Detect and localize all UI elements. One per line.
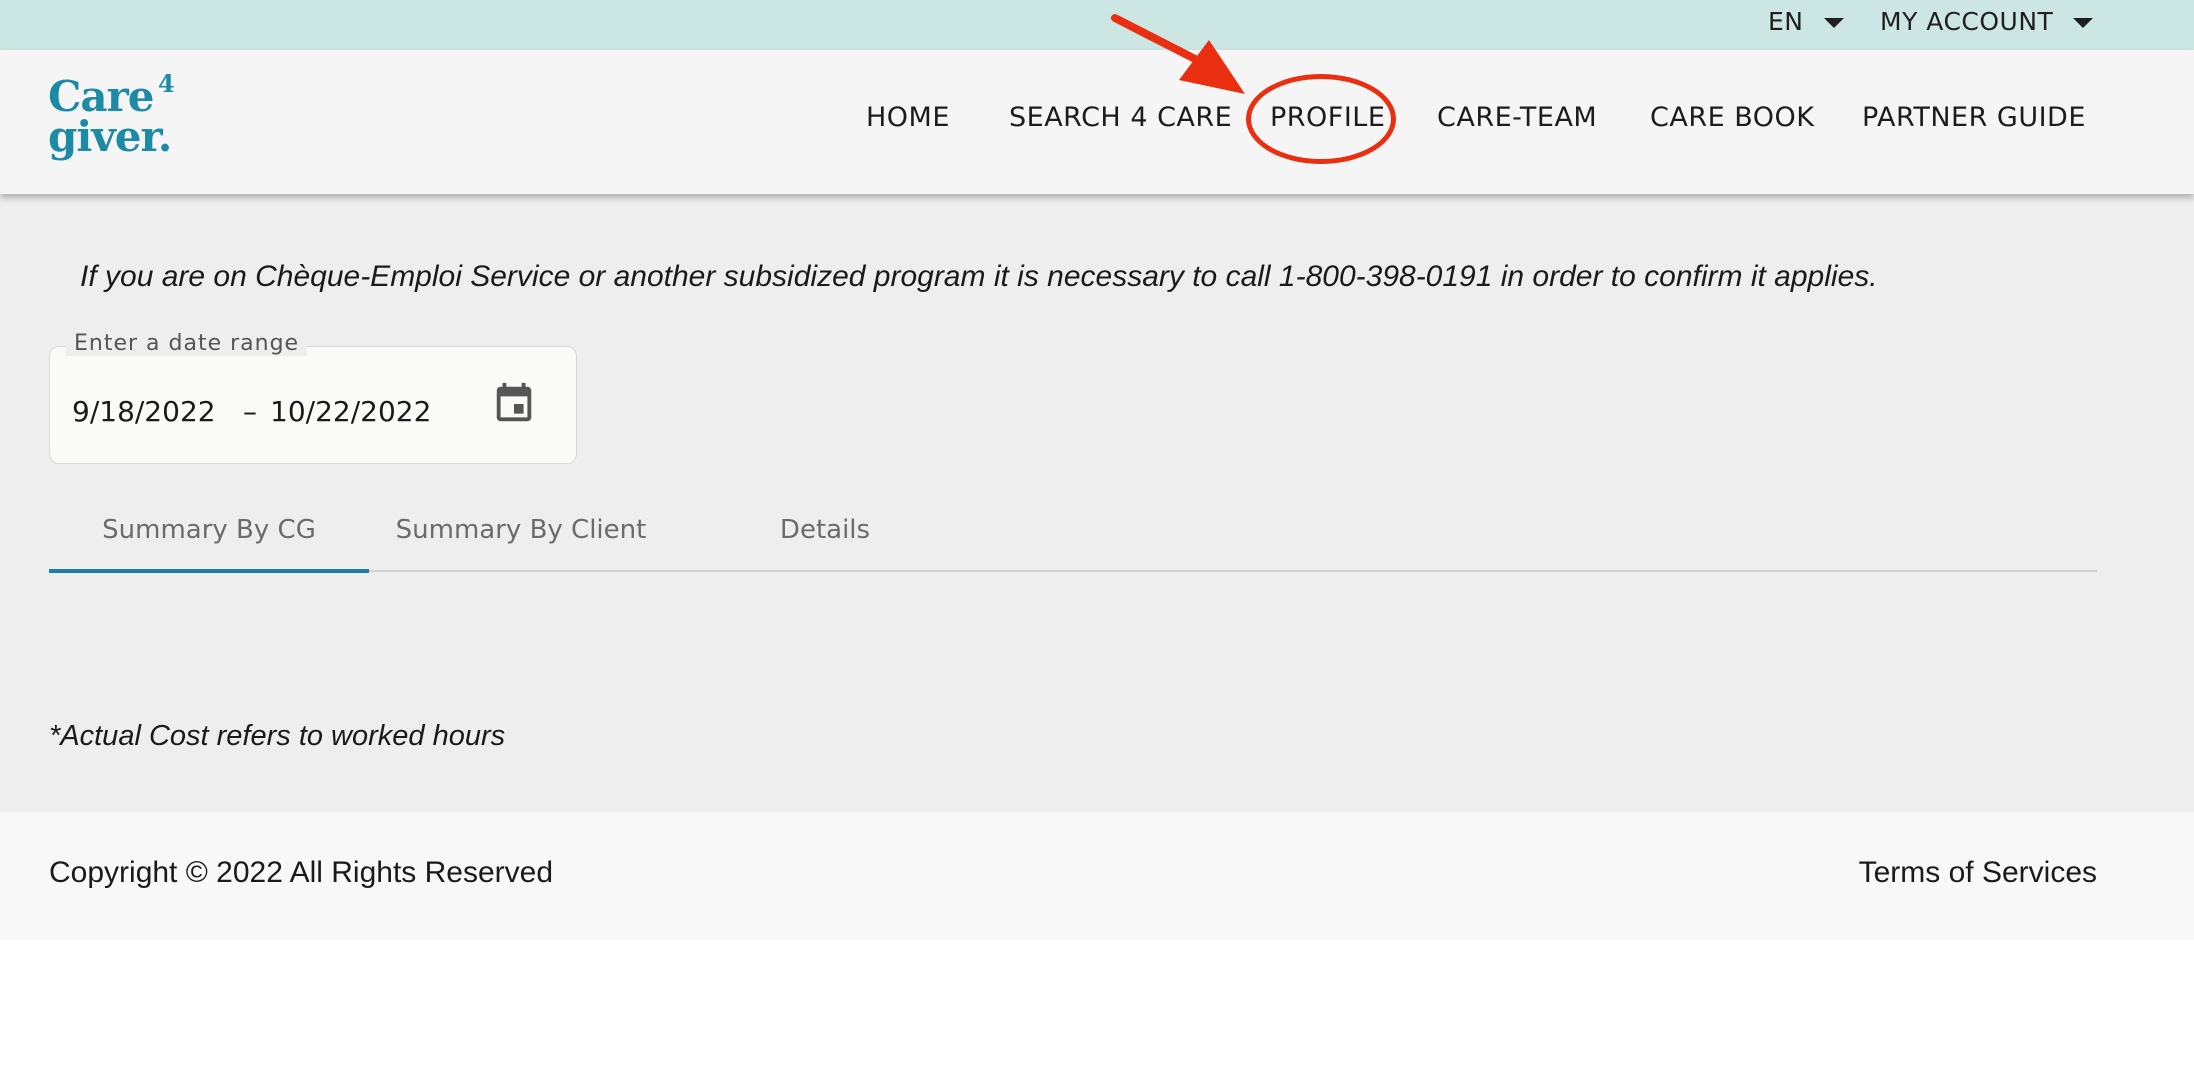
my-account-menu[interactable]: MY ACCOUNT [1880,4,2094,38]
subsidy-notice: If you are on Chèque-Emploi Service or a… [80,260,1878,293]
annotation-highlight-circle [1246,74,1396,164]
annotation-arrow-icon [1111,14,1245,94]
language-label: EN [1768,6,1804,36]
copyright-text: Copyright © 2022 All Rights Reserved [49,856,554,889]
footer: Copyright © 2022 All Rights Reserved Ter… [0,812,2194,940]
language-selector[interactable]: EN [1768,4,1844,38]
date-range-separator: – [243,395,257,428]
actual-cost-footnote: *Actual Cost refers to worked hours [49,720,506,752]
nav-care-book[interactable]: CARE BOOK [1650,102,1814,133]
nav-care-team[interactable]: CARE-TEAM [1437,102,1597,133]
nav-partner-guide[interactable]: PARTNER GUIDE [1862,102,2086,133]
start-date-input[interactable] [72,395,232,428]
end-date-input[interactable] [270,395,450,428]
date-range-field[interactable]: Enter a date range – [49,331,577,464]
chevron-down-icon [1823,18,1844,28]
terms-of-services-link[interactable]: Terms of Services [1859,856,2097,890]
header: Care 4 giver. HOME SEARCH 4 CARE PROFILE… [0,50,2194,194]
logo-text-line2: giver. [48,112,172,161]
date-range-label: Enter a date range [66,331,308,356]
main-content: If you are on Chèque-Emploi Service or a… [0,194,2194,812]
report-tabs: Summary By CG Summary By Client Details [49,490,2097,573]
tab-summary-by-cg[interactable]: Summary By CG [49,490,369,570]
logo-superscript: 4 [158,69,175,98]
tab-details[interactable]: Details [673,490,977,570]
utility-bar: EN MY ACCOUNT [0,0,2194,50]
active-tab-indicator [49,569,369,573]
chevron-down-icon [2073,18,2094,28]
tab-summary-by-client[interactable]: Summary By Client [369,490,673,570]
page: EN MY ACCOUNT Care 4 giver. HOME SEARCH … [0,0,2194,1072]
calendar-icon[interactable] [491,381,537,427]
nav-home[interactable]: HOME [866,102,950,133]
nav-search-4-care[interactable]: SEARCH 4 CARE [1009,102,1232,133]
logo[interactable]: Care 4 giver. [48,72,188,166]
my-account-label: MY ACCOUNT [1880,6,2054,36]
